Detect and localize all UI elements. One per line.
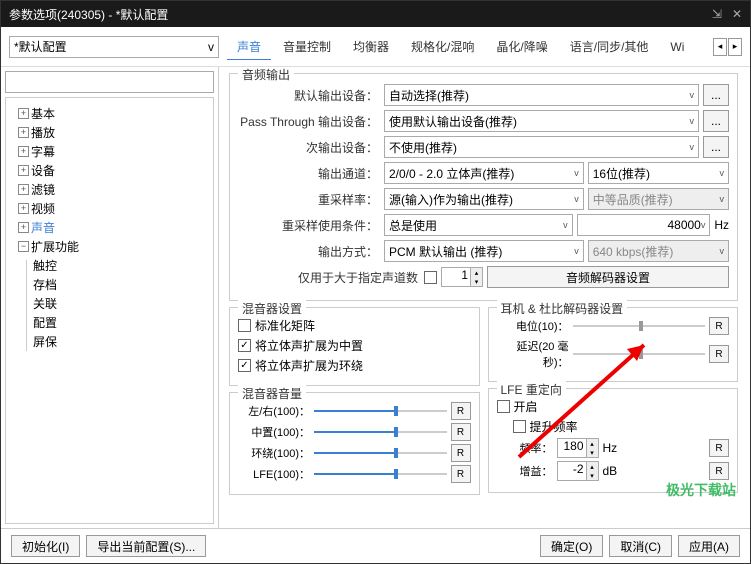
tab-normalize[interactable]: 规格化/混响 (401, 34, 484, 60)
tree-basic[interactable]: +基本 (10, 104, 209, 123)
config-select[interactable]: *默认配置 v (9, 36, 219, 58)
resample-rate-select[interactable]: 源(输入)作为输出(推荐)v (384, 188, 584, 210)
resample-cond-label: 重采样使用条件： (238, 217, 380, 234)
lfe-legend: LFE 重定向 (497, 381, 566, 398)
resample-rate-label: 重采样率： (238, 191, 380, 208)
tab-scroll-right[interactable]: ▸ (728, 38, 742, 56)
tab-eq[interactable]: 均衡器 (343, 34, 399, 60)
tree-assoc[interactable]: 关联 (29, 294, 209, 313)
pin-icon[interactable]: ⇲ (712, 7, 722, 21)
reset-lr[interactable]: R (451, 402, 471, 420)
default-device-browse[interactable]: ... (703, 84, 729, 106)
resample-cond-select[interactable]: 总是使用v (384, 214, 573, 236)
tree-archive[interactable]: 存档 (29, 275, 209, 294)
resample-hz-select[interactable]: 48000v (577, 214, 711, 236)
chevron-down-icon: v (208, 40, 214, 54)
tree-ext[interactable]: −扩展功能 (10, 237, 209, 256)
reset-freq[interactable]: R (709, 439, 729, 457)
config-select-value: *默认配置 (14, 38, 67, 55)
lfe-enable-check[interactable]: 开启 (497, 398, 730, 415)
tab-denoise[interactable]: 晶化/降噪 (486, 34, 557, 60)
close-icon[interactable]: ✕ (732, 7, 742, 21)
passthrough-label: Pass Through 输出设备： (238, 113, 380, 130)
only-greater-label: 仅用于大于指定声道数 (298, 269, 420, 286)
tree-playback[interactable]: +播放 (10, 123, 209, 142)
only-greater-num[interactable]: 1▴▾ (441, 267, 483, 287)
search-input[interactable] (5, 71, 214, 93)
tab-wi[interactable]: Wi (660, 36, 694, 60)
tab-volume[interactable]: 音量控制 (273, 34, 341, 60)
ok-button[interactable]: 确定(O) (540, 535, 603, 557)
tab-bar: 声音 音量控制 均衡器 规格化/混响 晶化/降噪 语言/同步/其他 Wi (227, 33, 705, 60)
lfe-freq-input[interactable]: 180▴▾ (557, 438, 599, 458)
reset-surround[interactable]: R (451, 444, 471, 462)
audio-output-legend: 音频输出 (238, 67, 294, 83)
slider-delay[interactable] (573, 346, 706, 362)
secondary-select[interactable]: 不使用(推荐)v (384, 136, 699, 158)
default-device-label: 默认输出设备： (238, 87, 380, 104)
reset-gain[interactable]: R (709, 462, 729, 480)
init-button[interactable]: 初始化(I) (11, 535, 80, 557)
tab-scroll-left[interactable]: ◂ (713, 38, 727, 56)
output-mode-select[interactable]: PCM 默认输出 (推荐)v (384, 240, 584, 262)
tree-touch[interactable]: 触控 (29, 256, 209, 275)
slider-pot[interactable] (573, 318, 706, 334)
channels-label: 输出通道： (238, 165, 380, 182)
reset-pot[interactable]: R (709, 317, 729, 335)
tab-sound[interactable]: 声音 (227, 34, 271, 60)
tree-screensaver[interactable]: 屏保 (29, 332, 209, 351)
resample-quality-select[interactable]: 中等品质(推荐)v (588, 188, 729, 210)
headphone-legend: 耳机 & 杜比解码器设置 (497, 300, 628, 317)
tree-video[interactable]: +视频 (10, 199, 209, 218)
reset-delay[interactable]: R (709, 345, 729, 363)
slider-center[interactable] (314, 424, 447, 440)
export-button[interactable]: 导出当前配置(S)... (86, 535, 206, 557)
slider-lfe[interactable] (314, 466, 447, 482)
secondary-label: 次输出设备： (238, 139, 380, 156)
slider-lr[interactable] (314, 403, 447, 419)
stereo-center-check[interactable]: ✓将立体声扩展为中置 (238, 337, 471, 354)
apply-button[interactable]: 应用(A) (678, 535, 740, 557)
tab-lang[interactable]: 语言/同步/其他 (560, 34, 659, 60)
bitrate-select[interactable]: 640 kbps(推荐)v (588, 240, 729, 262)
reset-lfe[interactable]: R (451, 465, 471, 483)
lfe-boost-check[interactable]: 提升频率 (513, 418, 730, 435)
tree-config[interactable]: 配置 (29, 313, 209, 332)
norm-matrix-check[interactable]: 标准化矩阵 (238, 317, 471, 334)
window-title: 参数选项(240305) - *默认配置 (9, 6, 168, 23)
tree-subtitle[interactable]: +字幕 (10, 142, 209, 161)
hz-unit: Hz (714, 218, 729, 232)
reset-center[interactable]: R (451, 423, 471, 441)
cancel-button[interactable]: 取消(C) (609, 535, 672, 557)
tree-sound[interactable]: +声音 (10, 218, 209, 237)
passthrough-select[interactable]: 使用默认输出设备(推荐)v (384, 110, 699, 132)
passthrough-browse[interactable]: ... (703, 110, 729, 132)
default-device-select[interactable]: 自动选择(推荐)v (384, 84, 699, 106)
secondary-browse[interactable]: ... (703, 136, 729, 158)
decoder-settings-button[interactable]: 音频解码器设置 (487, 266, 729, 288)
lfe-gain-input[interactable]: -2▴▾ (557, 461, 599, 481)
slider-surround[interactable] (314, 445, 447, 461)
only-greater-checkbox[interactable] (424, 271, 437, 284)
output-mode-label: 输出方式： (238, 243, 380, 260)
stereo-surround-check[interactable]: ✓将立体声扩展为环绕 (238, 357, 471, 374)
channels-select[interactable]: 2/0/0 - 2.0 立体声(推荐)v (384, 162, 584, 184)
mixer-vol-legend: 混音器音量 (238, 385, 306, 402)
tree-device[interactable]: +设备 (10, 161, 209, 180)
bitdepth-select[interactable]: 16位(推荐)v (588, 162, 729, 184)
mixer-legend: 混音器设置 (238, 300, 306, 317)
nav-tree: +基本 +播放 +字幕 +设备 +滤镜 +视频 +声音 −扩展功能 触控 存档 … (5, 97, 214, 524)
tree-filter[interactable]: +滤镜 (10, 180, 209, 199)
